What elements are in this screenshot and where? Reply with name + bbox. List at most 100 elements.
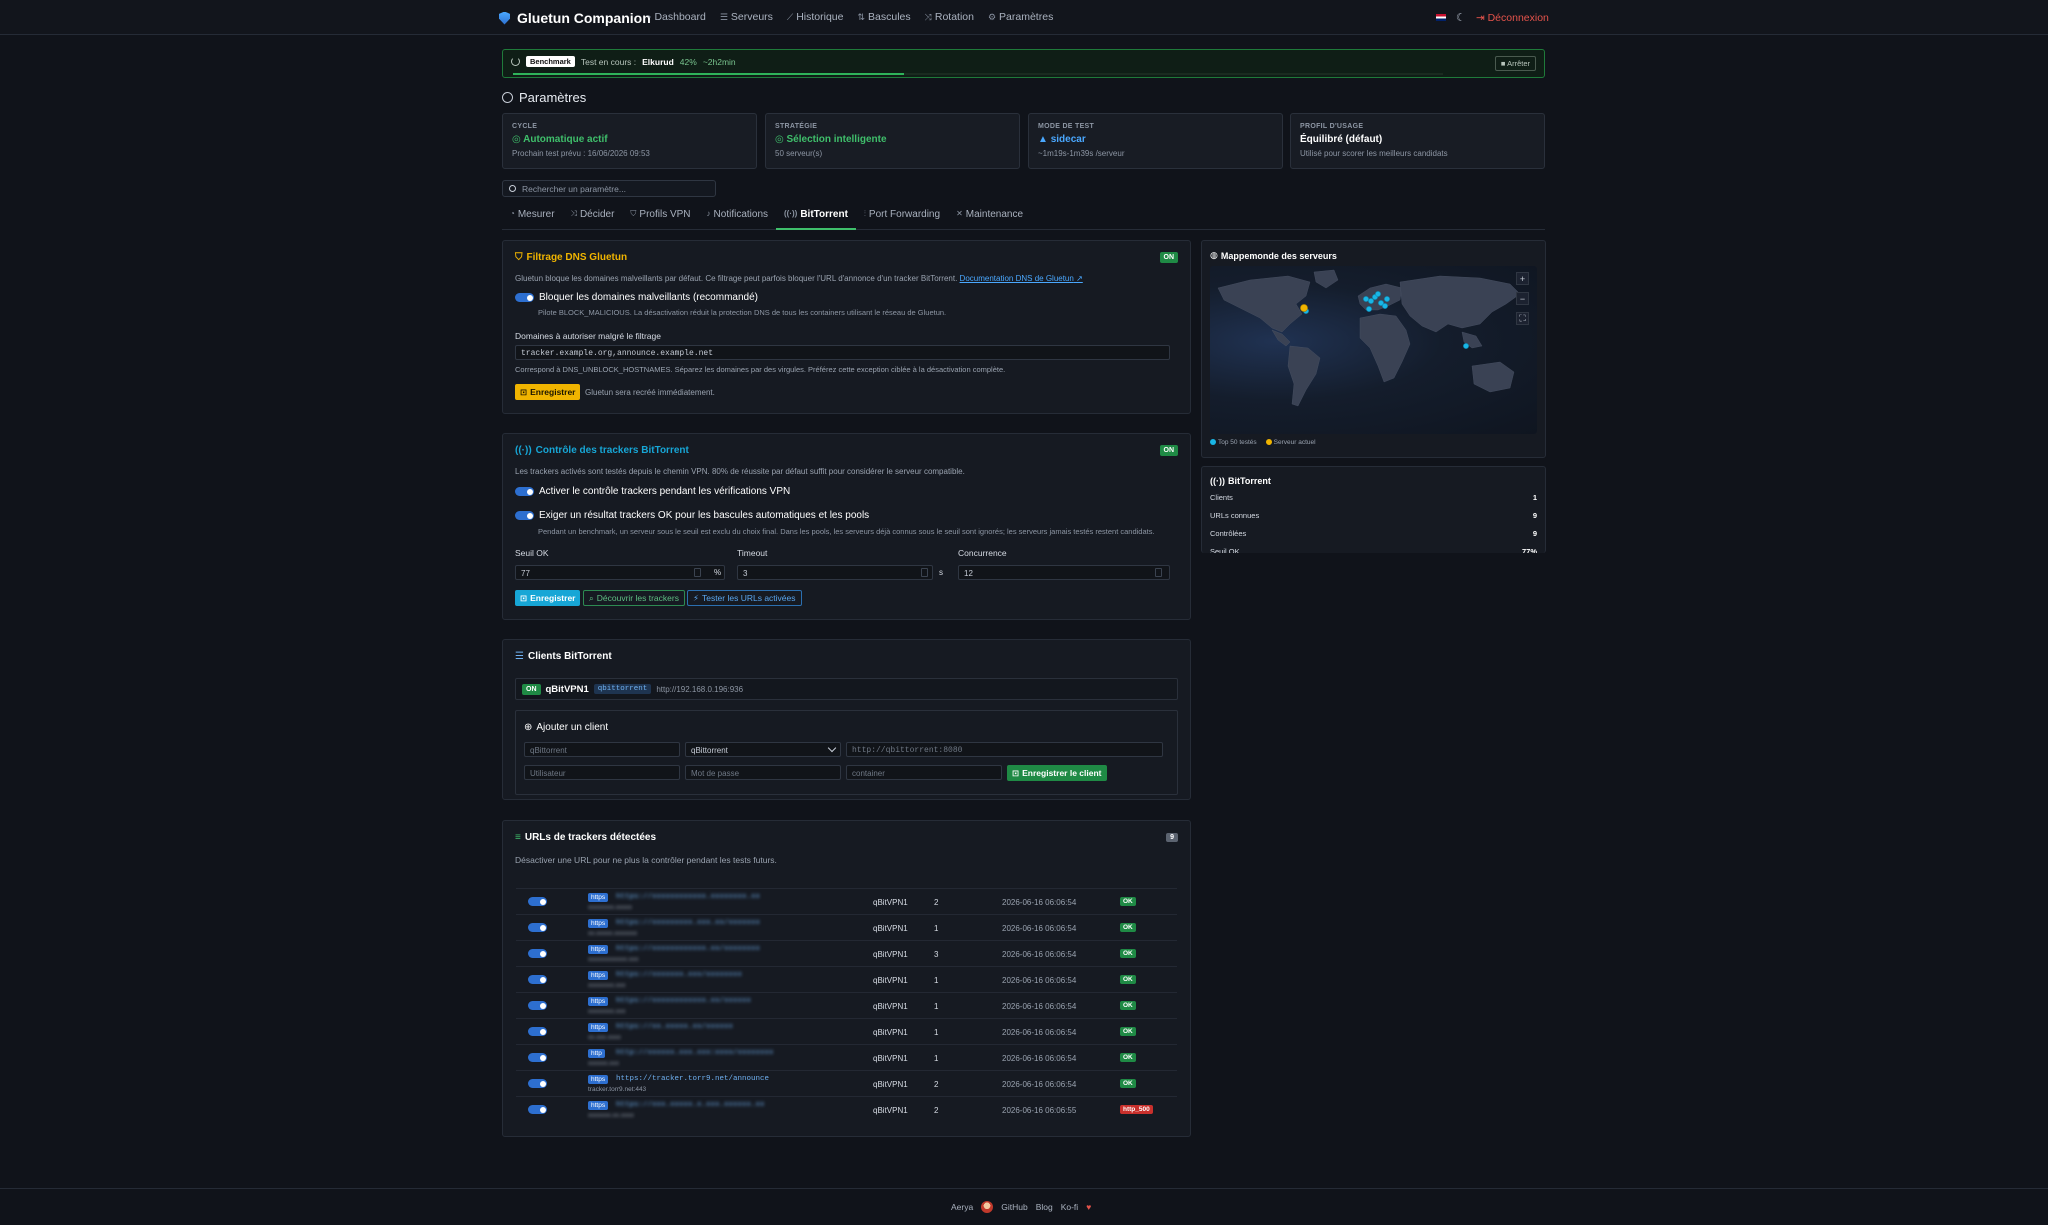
dns-title-text: Filtrage DNS Gluetun [526, 252, 628, 263]
server-marker[interactable] [1368, 298, 1374, 304]
require-tracker-toggle-row[interactable]: Exiger un résultat trackers OK pour les … [515, 510, 869, 521]
client-password-input[interactable]: Mot de passe [685, 765, 841, 780]
benchmark-progress-fill [513, 73, 904, 75]
stop-benchmark-button[interactable]: ■ Arrêter [1494, 56, 1536, 71]
nav-links: ◔ Dashboard ☰ Serveurs ⟋ Historique ⇅ Bascules ⤨… [646, 11, 1053, 23]
server-marker[interactable] [1463, 343, 1469, 349]
threshold-spinner[interactable] [694, 568, 701, 577]
tab-label: Notifications [713, 209, 768, 220]
benchmark-percent: 42% [679, 56, 697, 67]
tab-profils-vpn[interactable]: ⛉ Profils VPN [622, 206, 698, 230]
bt-summary-value: 1 [1532, 493, 1537, 502]
client-row[interactable]: ON qBitVPN1 qbittorrent http://192.168.0… [515, 678, 1178, 700]
allow-domains-label: Domaines à autoriser malgré le filtrage [515, 331, 661, 341]
fullscreen-button[interactable]: ⛶ [1516, 312, 1529, 325]
nav-serveurs[interactable]: ☰ Serveurs [720, 11, 773, 23]
tracker-count: 1 [934, 1028, 939, 1037]
search-input[interactable]: Rechercher un paramètre... [502, 180, 716, 197]
nav-historique[interactable]: ⟋ Historique [787, 11, 844, 23]
concurrency-input[interactable]: 12 [958, 565, 1170, 580]
server-marker[interactable] [1366, 306, 1372, 312]
url-enabled-toggle[interactable] [528, 1079, 547, 1088]
url-enabled-toggle[interactable] [528, 1053, 547, 1062]
client-name-input[interactable]: qBittorrent [524, 742, 680, 757]
footer-author[interactable]: Aerya [951, 1202, 973, 1212]
tracker-status-badge: OK [1120, 923, 1136, 932]
timeout-input[interactable]: 3 [737, 565, 933, 580]
tab-mesurer[interactable]: ◔ Mesurer [502, 206, 563, 230]
tracker-count: 1 [934, 976, 939, 985]
server-marker[interactable] [1363, 296, 1369, 302]
card-test-mode: MODE DE TEST ▲ sidecar ~1m19s-1m39s /ser… [1028, 113, 1283, 169]
tracker-host: xx.xxxxx.xxxxxxx [588, 930, 638, 937]
url-enabled-toggle[interactable] [528, 1001, 547, 1010]
tracker-check-toggle-row[interactable]: Activer le contrôle trackers pendant les… [515, 486, 790, 497]
nav-rotation[interactable]: ⤨ Rotation [925, 11, 974, 23]
dns-doc-link[interactable]: Documentation DNS de Gluetun ↗ [960, 274, 1083, 283]
tracker-host: xxxxxxxx.xxx [588, 982, 626, 989]
theme-moon-icon[interactable]: ☾ [1456, 11, 1466, 24]
url-enabled-toggle[interactable] [528, 975, 547, 984]
tracker-date: 2026-06-16 06:06:54 [1002, 1028, 1077, 1037]
tab-maintenance[interactable]: ✕ Maintenance [948, 206, 1031, 230]
current-server-marker[interactable] [1300, 304, 1308, 312]
bt-summary-label: URLs connues [1210, 511, 1260, 520]
tab-label: Port Forwarding [868, 209, 941, 220]
client-type-select[interactable]: qBittorrent [685, 742, 841, 757]
dns-save-button[interactable]: ⊡ Enregistrer [515, 384, 581, 400]
server-marker[interactable] [1375, 291, 1381, 297]
client-url-input[interactable]: http://qbittorrent:8080 [846, 742, 1163, 757]
url-enabled-toggle[interactable] [528, 897, 547, 906]
tracker-client: qBitVPN1 [873, 1054, 908, 1063]
kofi-link[interactable]: Ko-fi [1061, 1202, 1078, 1212]
tab-icon: ♪ [706, 209, 711, 218]
world-map[interactable]: + − ⛶ [1210, 266, 1537, 434]
map-legend: Top 50 testés Serveur actuel [1210, 439, 1316, 446]
logout-link[interactable]: ⇥ Déconnexion [1476, 12, 1549, 24]
url-enabled-toggle[interactable] [528, 923, 547, 932]
tracker-status-badge: OK [1120, 1079, 1136, 1088]
url-enabled-toggle[interactable] [528, 1105, 547, 1114]
tracker-client: qBitVPN1 [873, 1106, 908, 1115]
blog-link[interactable]: Blog [1036, 1202, 1053, 1212]
tab-d-cider[interactable]: ⤨ Décider [563, 206, 623, 230]
client-container-input[interactable]: container [846, 765, 1002, 780]
nav-bascules[interactable]: ⇅ Bascules [858, 11, 911, 23]
test-urls-button[interactable]: ⚡ Tester les URLs activées [687, 590, 802, 606]
tracker-check-toggle[interactable] [515, 487, 534, 496]
tracker-host: xxxxxxxx.xxxxx [588, 904, 633, 911]
language-flag-icon[interactable] [1436, 14, 1446, 21]
zoom-in-button[interactable]: + [1516, 272, 1529, 285]
nav-icon: ⇅ [857, 11, 866, 22]
brand[interactable]: Gluetun Companion [499, 10, 651, 26]
github-link[interactable]: GitHub [1001, 1202, 1027, 1212]
tracker-check-label: Activer le contrôle trackers pendant les… [539, 486, 791, 497]
url-enabled-toggle[interactable] [528, 949, 547, 958]
discover-trackers-button[interactable]: ⌕ Découvrir les trackers [583, 590, 685, 606]
allow-domains-note: Correspond à DNS_UNBLOCK_HOSTNAMES. Sépa… [515, 365, 1006, 374]
map-title: ◍ Mappemonde des serveurs [1210, 250, 1337, 261]
allow-domains-input[interactable]: tracker.example.org,announce.example.net [515, 345, 1170, 360]
tab-bittorrent[interactable]: ((·)) BitTorrent [776, 206, 856, 230]
concurrency-spinner[interactable] [1155, 568, 1162, 577]
require-tracker-toggle[interactable] [515, 511, 534, 520]
benchmark-text: Test en cours : [580, 56, 637, 67]
trackers-save-button[interactable]: ⊡ Enregistrer [515, 590, 581, 606]
tab-port-forwarding[interactable]: ⫶ Port Forwarding [856, 206, 948, 230]
url-enabled-toggle[interactable] [528, 1027, 547, 1036]
client-user-input[interactable]: Utilisateur [524, 765, 680, 780]
timeout-spinner[interactable] [921, 568, 928, 577]
save-client-button[interactable]: ⊡ Enregistrer le client [1007, 765, 1107, 781]
nav-dashboard[interactable]: ◔ Dashboard [646, 11, 706, 23]
server-marker[interactable] [1384, 296, 1390, 302]
add-client-title: ⊕ Ajouter un client [524, 722, 609, 733]
tab-notifications[interactable]: ♪ Notifications [699, 206, 776, 230]
zoom-out-button[interactable]: − [1516, 292, 1529, 305]
block-malicious-toggle[interactable] [515, 293, 534, 302]
block-malicious-toggle-row[interactable]: Bloquer les domaines malveillants (recom… [515, 292, 758, 303]
tracker-control-panel: ((·)) Contrôle des trackers BitTorrent O… [502, 433, 1191, 620]
tracker-client: qBitVPN1 [873, 950, 908, 959]
server-marker[interactable] [1382, 303, 1388, 309]
nav-paramtres[interactable]: ⚙ Paramètres [988, 11, 1053, 23]
legend-current: Serveur actuel [1265, 439, 1316, 446]
